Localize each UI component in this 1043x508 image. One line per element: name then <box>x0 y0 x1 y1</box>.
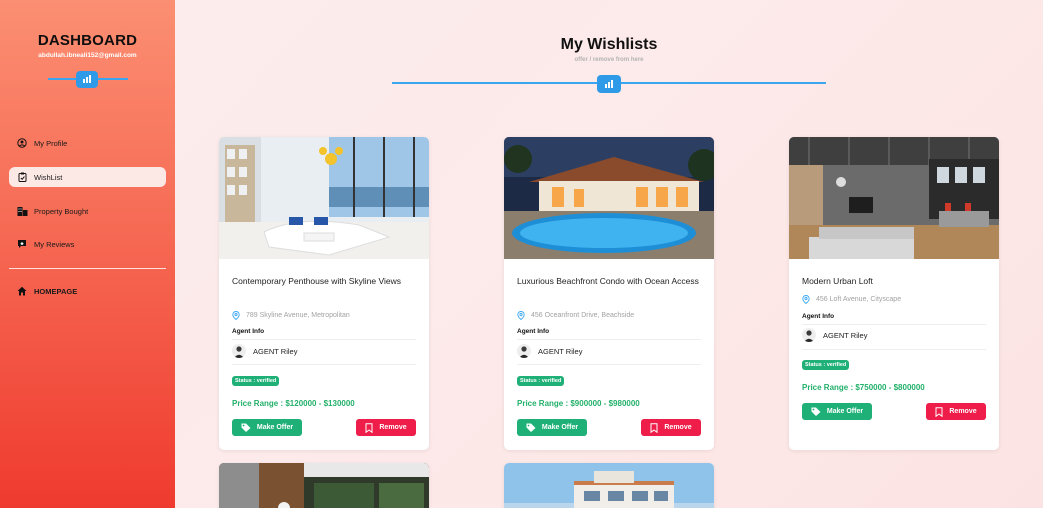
review-icon <box>15 239 29 249</box>
sidebar-item-label: WishList <box>34 172 63 182</box>
price-range: Price Range : $900000 - $980000 <box>517 399 640 408</box>
sidebar: DASHBOARD abdullah.ibneali152@gmail.com … <box>0 0 175 508</box>
remove-button[interactable]: Remove <box>641 419 701 436</box>
chart-badge-icon <box>597 75 621 93</box>
divider <box>802 349 986 350</box>
property-image <box>789 137 999 259</box>
divider <box>802 324 986 325</box>
make-offer-label: Make Offer <box>826 408 864 415</box>
clipboard-icon <box>15 172 29 182</box>
address-text: 456 Oceanfront Drive, Beachside <box>531 312 635 319</box>
price-range: Price Range : $750000 - $800000 <box>802 383 925 392</box>
tag-icon <box>811 407 821 416</box>
agent-name: AGENT Riley <box>253 346 298 356</box>
remove-label: Remove <box>664 424 692 431</box>
avatar <box>517 344 531 358</box>
tag-icon <box>526 423 536 432</box>
location-pin-icon <box>802 295 810 304</box>
user-circle-icon <box>15 138 29 148</box>
agent-row: AGENT Riley <box>802 328 867 342</box>
agent-row: AGENT Riley <box>232 344 297 358</box>
property-card: Contemporary Penthouse with Skyline View… <box>219 137 429 450</box>
property-card <box>219 463 429 508</box>
page-title: My Wishlists <box>560 36 658 53</box>
property-address: 456 Oceanfront Drive, Beachside <box>517 311 634 320</box>
sidebar-item-homepage[interactable]: HOMEPAGE <box>9 281 166 301</box>
sidebar-item-property-bought[interactable]: Property Bought <box>9 201 166 221</box>
remove-button[interactable]: Remove <box>926 403 986 420</box>
dashboard-title: DASHBOARD <box>37 32 138 49</box>
page-subtitle: offer / remove from here <box>574 57 644 63</box>
location-pin-icon <box>232 311 240 320</box>
address-text: 456 Loft Avenue, Cityscape <box>816 296 902 303</box>
status-badge: Status : verified <box>802 360 850 370</box>
bookmark-icon <box>365 422 373 433</box>
divider <box>517 364 701 365</box>
make-offer-label: Make Offer <box>541 424 579 431</box>
agent-info-label: Agent Info <box>802 313 835 320</box>
property-name: Contemporary Penthouse with Skyline View… <box>232 276 401 286</box>
agent-name: AGENT Riley <box>823 330 868 340</box>
agent-name: AGENT Riley <box>538 346 583 356</box>
make-offer-label: Make Offer <box>256 424 294 431</box>
sidebar-item-wishlist[interactable]: WishList <box>9 167 166 187</box>
divider <box>517 339 701 340</box>
property-image <box>504 463 714 508</box>
remove-label: Remove <box>949 408 977 415</box>
agent-info-label: Agent Info <box>232 328 265 335</box>
property-image <box>219 137 429 259</box>
sidebar-item-label: My Reviews <box>34 239 75 249</box>
remove-button[interactable]: Remove <box>356 419 416 436</box>
make-offer-button[interactable]: Make Offer <box>802 403 872 420</box>
agent-row: AGENT Riley <box>517 344 582 358</box>
property-card: Luxurious Beachfront Condo with Ocean Ac… <box>504 137 714 450</box>
property-name: Luxurious Beachfront Condo with Ocean Ac… <box>517 276 699 286</box>
sidebar-item-label: My Profile <box>34 138 68 148</box>
agent-info-label: Agent Info <box>517 328 550 335</box>
tag-icon <box>241 423 251 432</box>
make-offer-button[interactable]: Make Offer <box>517 419 587 436</box>
property-address: 789 Skyline Avenue, Metropolitan <box>232 311 350 320</box>
bookmark-icon <box>935 406 943 417</box>
address-text: 789 Skyline Avenue, Metropolitan <box>246 312 350 319</box>
remove-label: Remove <box>379 424 407 431</box>
home-icon <box>15 286 29 296</box>
property-name: Modern Urban Loft <box>802 276 873 286</box>
chart-badge-icon <box>76 71 98 88</box>
sidebar-item-label: HOMEPAGE <box>34 286 78 296</box>
buildings-icon <box>15 206 29 216</box>
price-range: Price Range : $120000 - $130000 <box>232 399 355 408</box>
status-badge: Status : verified <box>232 376 280 386</box>
avatar <box>232 344 246 358</box>
divider <box>232 364 416 365</box>
location-pin-icon <box>517 311 525 320</box>
main-content: My Wishlists offer / remove from here Co… <box>175 0 1043 508</box>
property-address: 456 Loft Avenue, Cityscape <box>802 295 901 304</box>
sidebar-item-my-reviews[interactable]: My Reviews <box>9 234 166 254</box>
status-badge: Status : verified <box>517 376 565 386</box>
property-card: Modern Urban Loft 456 Loft Avenue, Citys… <box>789 137 999 450</box>
user-email: abdullah.ibneali152@gmail.com <box>38 52 137 59</box>
avatar <box>802 328 816 342</box>
divider <box>232 339 416 340</box>
property-image <box>504 137 714 259</box>
property-image <box>219 463 429 508</box>
sidebar-item-my-profile[interactable]: My Profile <box>9 133 166 153</box>
property-card <box>504 463 714 508</box>
sidebar-item-label: Property Bought <box>34 206 89 216</box>
sidebar-divider <box>9 268 166 269</box>
make-offer-button[interactable]: Make Offer <box>232 419 302 436</box>
bookmark-icon <box>650 422 658 433</box>
